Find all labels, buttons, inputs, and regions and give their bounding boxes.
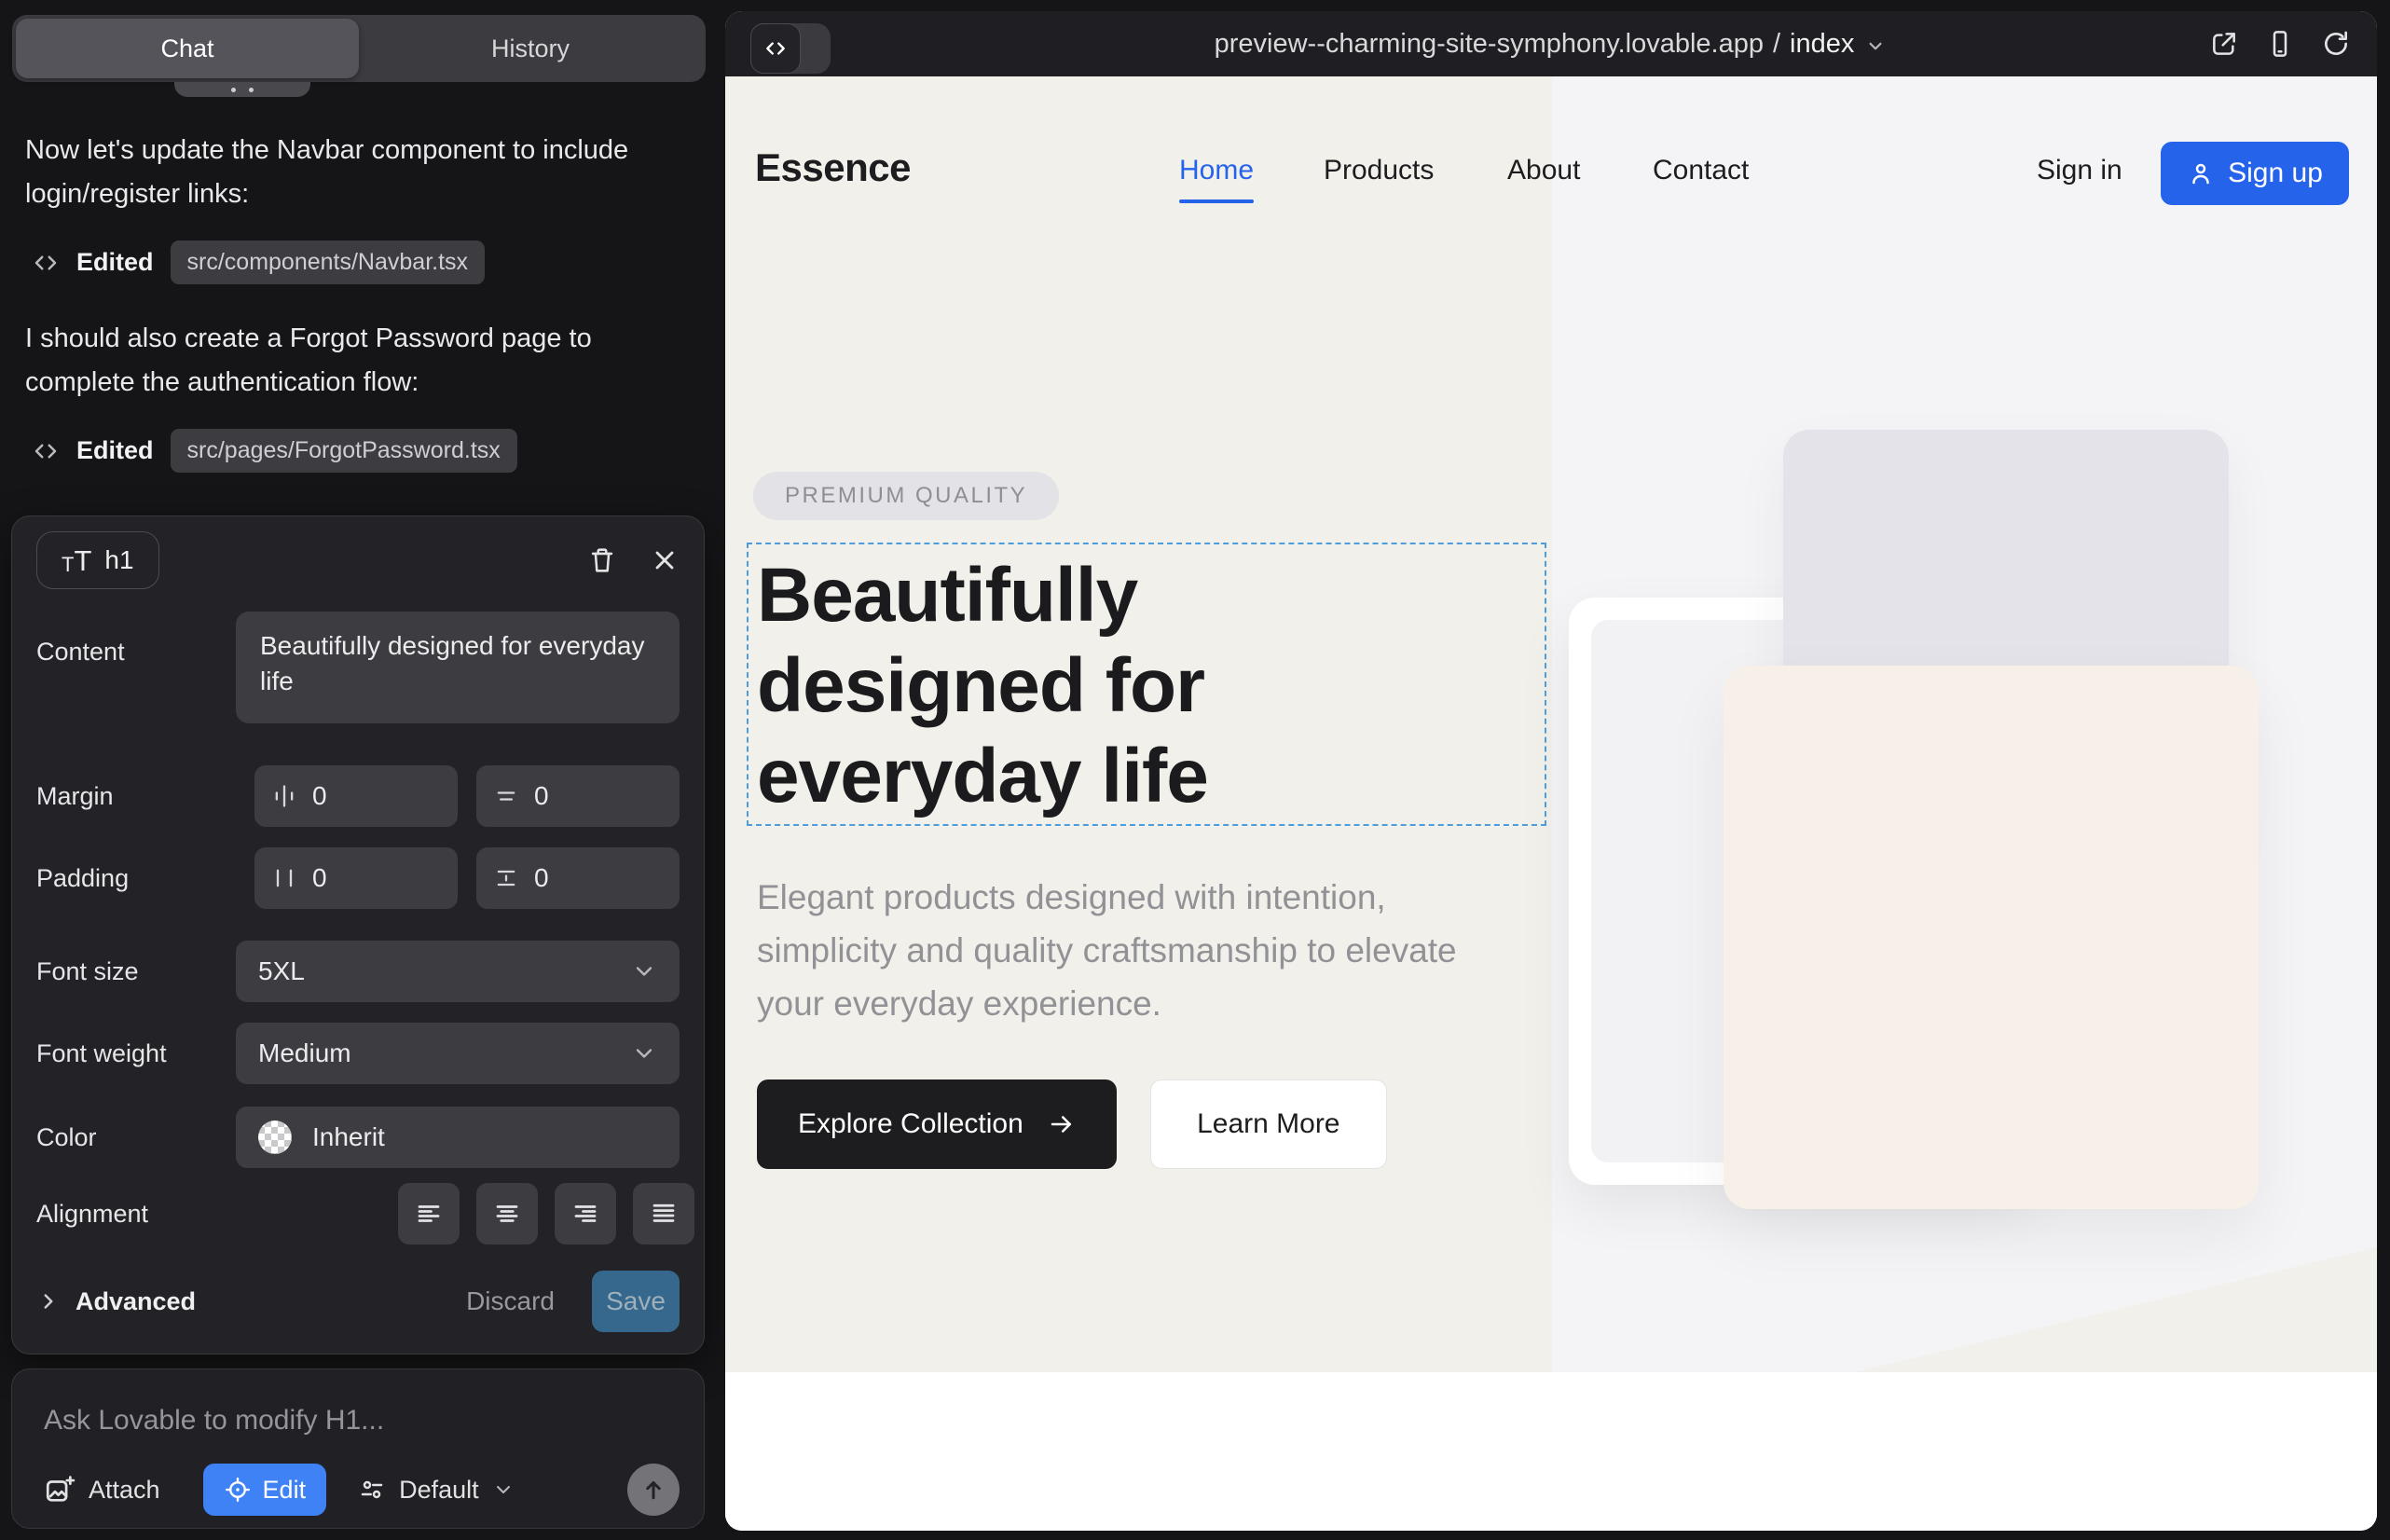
attach-image-icon [44, 1474, 76, 1506]
explore-collection-button[interactable]: Explore Collection [757, 1079, 1117, 1169]
sliders-icon [358, 1476, 386, 1504]
advanced-toggle[interactable]: Advanced [36, 1287, 196, 1316]
premium-badge: PREMIUM QUALITY [753, 472, 1059, 520]
preview-url-path[interactable]: index [1790, 29, 1854, 60]
chevron-down-icon [492, 1478, 515, 1501]
send-button[interactable] [627, 1464, 680, 1516]
preview-window: preview--charming-site-symphony.lovable.… [725, 11, 2377, 1531]
padding-vertical-icon [493, 865, 519, 891]
code-view-toggle[interactable] [750, 23, 831, 74]
delete-element-button[interactable] [586, 544, 618, 576]
close-editor-button[interactable] [650, 545, 680, 575]
nav-link-products[interactable]: Products [1324, 155, 1434, 186]
preview-url-host[interactable]: preview--charming-site-symphony.lovable.… [1215, 29, 1764, 60]
preview-chrome-bar: preview--charming-site-symphony.lovable.… [725, 11, 2377, 76]
sign-in-link[interactable]: Sign in [2037, 155, 2122, 186]
align-right-button[interactable] [555, 1183, 616, 1244]
edited-file-row: Edited src/components/Navbar.tsx [32, 241, 485, 284]
arrow-up-icon [639, 1476, 667, 1504]
padding-y-input[interactable]: 0 [476, 847, 680, 909]
chat-sidebar: Chat History Now let's update the Navbar… [0, 0, 725, 1540]
app-window: Chat History Now let's update the Navbar… [0, 0, 2390, 1540]
site-footer-strip [725, 1372, 2377, 1531]
align-center-icon [493, 1200, 521, 1228]
external-link-icon [2209, 29, 2239, 59]
font-weight-select[interactable]: Medium [236, 1023, 680, 1084]
align-justify-button[interactable] [633, 1183, 694, 1244]
decorative-wedge [1552, 1247, 2377, 1372]
align-left-button[interactable] [398, 1183, 460, 1244]
open-external-button[interactable] [2209, 29, 2239, 59]
code-icon [32, 437, 60, 465]
nav-link-contact[interactable]: Contact [1653, 155, 1749, 186]
element-editor-panel: TT h1 Content Beautifully designed for e… [11, 516, 705, 1354]
save-button[interactable]: Save [592, 1271, 680, 1332]
chat-message: I should also create a Forgot Password p… [25, 317, 700, 405]
nav-link-home[interactable]: Home [1179, 155, 1254, 186]
padding-label: Padding [36, 864, 236, 893]
alignment-label: Alignment [36, 1200, 236, 1229]
edited-file-chip[interactable]: src/components/Navbar.tsx [171, 241, 486, 284]
align-left-icon [415, 1200, 443, 1228]
align-right-icon [571, 1200, 599, 1228]
align-justify-icon [650, 1200, 678, 1228]
edited-label: Edited [76, 436, 154, 465]
code-icon [32, 249, 60, 277]
chat-history-tabbar: Chat History [12, 15, 706, 82]
chevron-down-icon[interactable] [1863, 34, 1888, 58]
learn-more-button[interactable]: Learn More [1150, 1079, 1387, 1169]
trash-icon [586, 544, 618, 576]
edited-file-row: Edited src/pages/ForgotPassword.tsx [32, 429, 517, 473]
color-select[interactable]: Inherit [236, 1107, 680, 1168]
scrolled-chip-partial [174, 82, 310, 97]
font-size-label: Font size [36, 957, 236, 986]
close-icon [650, 545, 680, 575]
site-page: Essence Home Products About Contact Sign… [725, 76, 2377, 1531]
discard-button[interactable]: Discard [466, 1286, 555, 1316]
margin-x-input[interactable]: 0 [254, 765, 458, 827]
margin-vertical-icon [493, 783, 519, 809]
hero-paragraph: Elegant products designed with intention… [757, 871, 1512, 1030]
margin-label: Margin [36, 782, 236, 811]
content-label: Content [36, 638, 236, 667]
site-logo[interactable]: Essence [755, 145, 911, 190]
edited-file-chip[interactable]: src/pages/ForgotPassword.tsx [171, 429, 517, 473]
target-icon [224, 1476, 252, 1504]
prompt-composer: Ask Lovable to modify H1... Attach Edit … [11, 1368, 705, 1529]
font-size-select[interactable]: 5XL [236, 941, 680, 1002]
margin-horizontal-icon [271, 783, 297, 809]
refresh-button[interactable] [2321, 29, 2351, 59]
chevron-down-icon [631, 958, 657, 984]
padding-x-input[interactable]: 0 [254, 847, 458, 909]
arrow-right-icon [1048, 1110, 1076, 1138]
tab-chat[interactable]: Chat [16, 19, 359, 78]
user-icon [2187, 159, 2215, 187]
selected-element-tag[interactable]: TT h1 [36, 531, 159, 589]
chevron-down-icon [631, 1040, 657, 1066]
hero-headline[interactable]: Beautifully designed for everyday life [757, 550, 1540, 821]
padding-horizontal-icon [271, 865, 297, 891]
chat-message: Now let's update the Navbar component to… [25, 129, 700, 216]
mobile-view-button[interactable] [2265, 29, 2295, 59]
chevron-right-icon [36, 1289, 61, 1313]
typography-icon: TT [62, 546, 91, 575]
mobile-device-icon [2265, 29, 2295, 59]
sign-up-button[interactable]: Sign up [2161, 142, 2349, 205]
margin-y-input[interactable]: 0 [476, 765, 680, 827]
edit-mode-button[interactable]: Edit [203, 1464, 327, 1516]
color-label: Color [36, 1123, 236, 1152]
edited-label: Edited [76, 248, 154, 277]
content-input[interactable]: Beautifully designed for everyday life [236, 612, 680, 723]
align-center-button[interactable] [476, 1183, 538, 1244]
tab-history[interactable]: History [359, 19, 702, 78]
color-swatch-transparent [258, 1121, 292, 1154]
nav-link-about[interactable]: About [1507, 155, 1580, 186]
font-weight-label: Font weight [36, 1039, 236, 1068]
code-icon [750, 23, 801, 74]
refresh-icon [2321, 29, 2351, 59]
model-default-select[interactable]: Default [358, 1476, 515, 1505]
prompt-input[interactable]: Ask Lovable to modify H1... [44, 1405, 672, 1437]
decorative-card-cream [1724, 666, 2259, 1209]
attach-button[interactable]: Attach [44, 1474, 160, 1506]
